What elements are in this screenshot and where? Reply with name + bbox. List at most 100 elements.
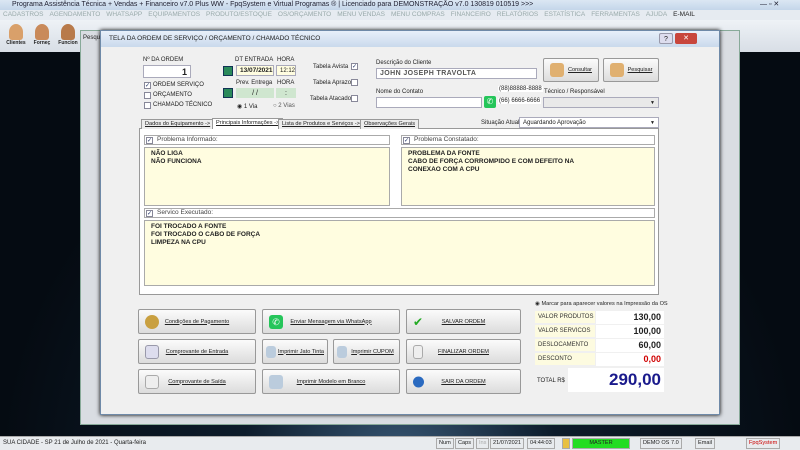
via1-radio[interactable]: ◉ 1 Via: [237, 103, 257, 110]
service-order-dialog: TELA DA ORDEM DE SERVIÇO / ORÇAMENTO / C…: [100, 30, 720, 415]
tab-produtos[interactable]: Lista de Produtos e Serviços ->: [278, 119, 364, 129]
status-version: DEMO OS 7.0: [640, 438, 682, 449]
phone2: (66) 6666-6666: [498, 98, 542, 104]
search-button[interactable]: Pesquisar: [603, 58, 659, 82]
print-values-radio[interactable]: ◉ Marcar para aparecer valores na Impres…: [535, 301, 668, 307]
problem-informed-text[interactable]: NÃO LIGA NÃO FUNCIONA: [144, 147, 390, 206]
status-bar: SUA CIDADE - SP 21 de Julho de 2021 - Qu…: [0, 436, 800, 450]
service-done-text[interactable]: FOI TROCADO A FONTE FOI TROCADO O CABO D…: [144, 220, 655, 286]
services-value[interactable]: 100,00: [596, 325, 664, 338]
value-label: DESCONTO: [535, 353, 595, 365]
toolbar-fornecedores[interactable]: Forneç: [30, 24, 54, 46]
tab-observacoes[interactable]: Observações Gerais: [360, 119, 419, 129]
products-value[interactable]: 130,00: [596, 311, 664, 324]
status-user: MASTER: [572, 438, 630, 449]
menu-email[interactable]: E-MAIL: [673, 11, 695, 18]
consult-button[interactable]: Consultar: [543, 58, 599, 82]
client-label: Descrição do Cliente: [376, 60, 432, 66]
problem-found-checkbox[interactable]: ✓: [403, 137, 410, 144]
printer-icon: [269, 374, 283, 389]
toolbar-funcionarios[interactable]: Funcion: [56, 24, 80, 46]
button-label: Pesquisar: [627, 67, 653, 73]
menu-compras[interactable]: MENU COMPRAS: [391, 11, 445, 18]
status-email[interactable]: Email: [695, 438, 715, 449]
tech-select[interactable]: ▼: [543, 97, 659, 108]
help-button[interactable]: ?: [659, 33, 673, 44]
menu-os[interactable]: OS/ORÇAMENTO: [278, 11, 331, 18]
service-done-header: Servico Executado:: [144, 208, 655, 218]
calendar-icon[interactable]: [223, 66, 233, 76]
discount-value[interactable]: 0,00: [596, 353, 664, 366]
toolbar-label: Clientes: [6, 40, 26, 46]
menu-vendas[interactable]: MENU VENDAS: [337, 11, 385, 18]
travel-value[interactable]: 60,00: [596, 339, 664, 352]
button-label: Enviar Mensagem via WhatsApp: [290, 318, 372, 325]
menu-equipamentos[interactable]: EQUIPAMENTOS: [148, 11, 200, 18]
problem-informed-checkbox[interactable]: ✓: [146, 137, 153, 144]
status-select[interactable]: Aguardando Aprovação ▼: [519, 117, 659, 128]
checkmark-icon: ✔: [413, 314, 424, 329]
problem-found-header: Problema Constatado:: [401, 135, 655, 145]
tab-principais[interactable]: Principais Informações ->: [212, 118, 284, 129]
menu-cadastros[interactable]: CADASTROS: [3, 11, 43, 18]
button-label: Imprimir CUPOM: [351, 348, 394, 355]
close-button[interactable]: ✕: [675, 33, 697, 44]
ordem-servico-checkbox[interactable]: ✓: [144, 82, 151, 89]
whatsapp-button[interactable]: ✆ Enviar Mensagem via WhatsApp: [262, 309, 400, 334]
entry-receipt-button[interactable]: Comprovante de Entrada: [138, 339, 256, 364]
document-icon: [145, 344, 159, 359]
chevron-down-icon: ▼: [650, 120, 655, 126]
menu-produto[interactable]: PRODUTO/ESTOQUE: [206, 11, 272, 18]
entry-date-field[interactable]: 13/07/2021: [236, 65, 274, 76]
button-label: Consultar: [568, 67, 592, 73]
window-controls[interactable]: — ▫ ✕: [760, 0, 779, 10]
menu-ferramentas[interactable]: FERRAMENTAS: [591, 11, 640, 18]
menu-estatistica[interactable]: ESTATÍSTICA: [544, 11, 585, 18]
print-coupon-button[interactable]: Imprimir CUPOM: [333, 339, 400, 364]
menu-relatorios[interactable]: RELATÓRIOS: [497, 11, 538, 18]
save-order-button[interactable]: ✔ SALVAR ORDEM: [406, 309, 521, 334]
button-label: Condições de Pagamento: [164, 318, 230, 325]
tabela-atacado-checkbox[interactable]: [351, 95, 358, 102]
background-tab[interactable]: Pesqui: [83, 35, 101, 41]
menu-ajuda[interactable]: AJUDA: [646, 11, 667, 18]
entry-date-label: DT ENTRADA: [235, 57, 274, 63]
client-field[interactable]: JOHN JOSEPH TRAVOLTA: [376, 68, 537, 79]
contact-label: Nome do Contato: [376, 89, 424, 95]
exit-receipt-button[interactable]: Comprovante de Saída: [138, 369, 256, 394]
delivery-date-field[interactable]: / /: [236, 88, 274, 98]
button-label: Comprovante de Entrada: [165, 348, 229, 355]
calendar-icon[interactable]: [223, 88, 233, 98]
via2-radio[interactable]: ○ 2 Vias: [273, 103, 295, 109]
menu-financeiro[interactable]: FINANCEIRO: [451, 11, 491, 18]
tabela-aprazo-checkbox[interactable]: [351, 79, 358, 86]
print-inkjet-button[interactable]: Imprimir Jato Tinta: [262, 339, 328, 364]
contact-field[interactable]: [376, 97, 482, 108]
delivery-hour-field[interactable]: :: [276, 88, 296, 98]
finish-order-button[interactable]: FINALIZAR ORDEM: [406, 339, 521, 364]
tabela-avista-checkbox[interactable]: ✓: [351, 63, 358, 70]
whatsapp-icon[interactable]: ✆: [484, 96, 496, 108]
menu-agendamento[interactable]: AGENDAMENTO: [49, 11, 100, 18]
status-value: Aguardando Aprovação: [523, 120, 586, 126]
problem-found-text[interactable]: PROBLEMA DA FONTE CABO DE FORÇA CORROMPI…: [401, 147, 655, 206]
printer-icon: [337, 345, 347, 358]
payment-conditions-button[interactable]: Condições de Pagamento: [138, 309, 256, 334]
checkbox-label: ORÇAMENTO: [153, 92, 192, 98]
delivery-label: Prev. Entrega: [236, 80, 273, 86]
order-number-field[interactable]: 1: [143, 65, 191, 78]
tab-equipamento[interactable]: Dados do Equipamento ->: [141, 119, 215, 129]
exit-order-button[interactable]: SAIR DA ORDEM: [406, 369, 521, 394]
chamado-tecnico-checkbox[interactable]: [144, 102, 151, 109]
toolbar-clientes[interactable]: Clientes: [4, 24, 28, 46]
menu-whatsapp[interactable]: WHATSAPP: [106, 11, 142, 18]
print-blank-button[interactable]: Imprimir Modelo em Branco: [262, 369, 400, 394]
entry-hour-label: HORA: [277, 57, 295, 63]
status-brand: FpqSystem: [746, 438, 781, 449]
service-done-checkbox[interactable]: ✓: [146, 210, 153, 217]
printer-icon: [266, 345, 276, 358]
orcamento-checkbox[interactable]: [144, 92, 151, 99]
order-number-label: Nº DA ORDEM: [143, 57, 184, 63]
entry-hour-field[interactable]: 12:12: [276, 65, 296, 76]
people-icon: [550, 63, 564, 77]
